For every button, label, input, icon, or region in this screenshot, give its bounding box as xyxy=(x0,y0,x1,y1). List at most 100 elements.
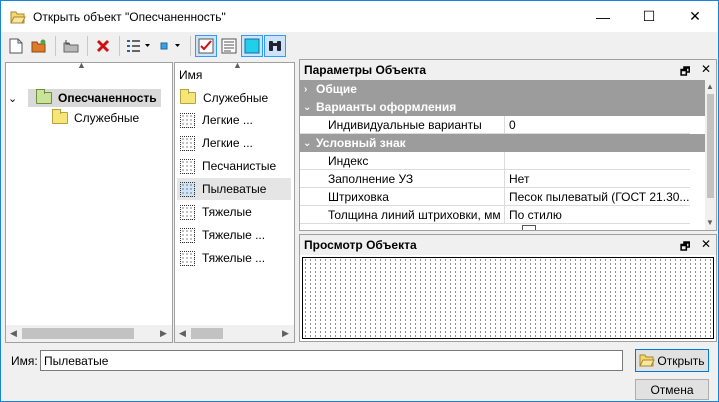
properties-button[interactable] xyxy=(218,35,240,57)
scroll-left-icon[interactable]: ◀ xyxy=(179,328,186,339)
property-hatch[interactable]: Штриховка Песок пылеватый (ГОСТ 21.30... xyxy=(300,188,690,206)
open-button-label: Открыть xyxy=(657,353,705,368)
property-fill[interactable]: Заполнение УЗ Нет xyxy=(300,170,690,188)
tree-item-child[interactable]: Служебные xyxy=(52,109,139,127)
up-folder-button[interactable] xyxy=(60,35,82,57)
list-item[interactable]: Служебные xyxy=(177,87,291,109)
pattern-icon xyxy=(180,204,195,220)
open-button[interactable]: Открыть xyxy=(635,349,709,372)
close-panel-icon[interactable]: ✕ xyxy=(701,237,711,251)
property-key: Заполнение УЗ xyxy=(300,170,505,188)
list-item-label: Пылеватые xyxy=(202,182,267,196)
scroll-left-icon[interactable]: ◀ xyxy=(10,328,17,339)
sort-ascending-icon: ▲ xyxy=(233,60,242,70)
list-item-label: Служебные xyxy=(203,91,269,105)
tree-horizontal-scrollbar[interactable]: ◀ ▶ xyxy=(6,325,172,342)
delete-button[interactable] xyxy=(92,35,114,57)
cancel-button-label: Отмена xyxy=(650,382,694,397)
toolbar-separator xyxy=(55,35,56,56)
scroll-down-icon[interactable]: ▼ xyxy=(706,218,714,227)
property-value[interactable] xyxy=(505,152,690,170)
dialog-window: Открыть объект "Опесчаненность" — ☐ ✕ ▲ … xyxy=(0,0,719,402)
category-label: Варианты оформления xyxy=(316,100,457,114)
maximize-button[interactable]: ☐ xyxy=(626,1,672,32)
list-item-label: Песчанистые xyxy=(202,159,277,173)
property-value[interactable]: Песок пылеватый (ГОСТ 21.30... xyxy=(505,188,690,206)
scroll-thumb[interactable] xyxy=(191,328,223,339)
scroll-thumb[interactable] xyxy=(22,328,134,339)
property-key: Толщина линий штриховки, мм xyxy=(300,206,505,224)
properties-icon xyxy=(221,38,237,53)
close-button[interactable]: ✕ xyxy=(672,1,718,32)
property-value[interactable]: Нет xyxy=(505,170,690,188)
chevron-down-icon[interactable]: ⌄ xyxy=(8,92,22,105)
close-panel-icon[interactable]: ✕ xyxy=(701,62,711,76)
tree-item-label: Служебные xyxy=(74,111,140,125)
close-icon: ✕ xyxy=(689,8,701,24)
tree-item-label: Опесчаненность xyxy=(58,91,157,105)
binoculars-icon xyxy=(269,40,281,51)
property-individual-variants[interactable]: Индивидуальные варианты 0 xyxy=(300,116,690,134)
property-key: Штриховка xyxy=(300,188,505,206)
property-line-thickness[interactable]: Толщина линий штриховки, мм По стилю xyxy=(300,206,690,224)
folder-tree-panel: ▲ ⌄ Опесчаненность Служебные ◀ ▶ xyxy=(5,60,173,343)
list-item[interactable]: Тяжелые xyxy=(177,201,291,223)
name-input[interactable] xyxy=(40,350,623,371)
preview-button[interactable] xyxy=(241,34,263,57)
category-variants[interactable]: ⌄ Варианты оформления xyxy=(300,98,705,116)
properties-vertical-scrollbar[interactable]: ▲ ▼ xyxy=(705,80,716,230)
toolbar-separator xyxy=(87,35,88,56)
pattern-icon xyxy=(180,135,195,151)
property-grid: › Общие ⌄ Варианты оформления Индивидуал… xyxy=(300,80,705,230)
view-mode-dropdown[interactable] xyxy=(124,35,154,57)
toolbar xyxy=(1,32,718,59)
show-checked-button[interactable] xyxy=(195,34,217,57)
property-key: Индекс xyxy=(300,152,505,170)
toolbar-separator xyxy=(119,35,120,56)
category-general[interactable]: › Общие xyxy=(300,80,705,98)
scroll-thumb[interactable] xyxy=(707,94,714,198)
category-label: Общие xyxy=(316,82,357,96)
new-doc-icon xyxy=(9,38,23,53)
preview-title: Просмотр Объекта 🗗 ✕ xyxy=(300,235,716,255)
pattern-icon xyxy=(180,158,195,174)
list-item[interactable]: Легкие ... xyxy=(177,109,291,131)
category-symbol[interactable]: ⌄ Условный знак xyxy=(300,134,705,152)
search-button[interactable] xyxy=(264,34,286,57)
chevron-right-icon: › xyxy=(304,83,308,95)
pattern-icon xyxy=(180,227,195,243)
list-header-name[interactable]: Имя xyxy=(179,68,202,82)
new-button[interactable] xyxy=(5,35,27,57)
float-panel-icon[interactable]: 🗗 xyxy=(680,238,690,257)
properties-title: Параметры Объекта 🗗 ✕ xyxy=(300,60,716,80)
property-index[interactable]: Индекс xyxy=(300,152,690,170)
list-item[interactable]: Легкие ... xyxy=(177,132,291,154)
open-folder-icon xyxy=(10,10,26,24)
open-folder-icon xyxy=(639,354,656,367)
list-item[interactable]: Песчанистые xyxy=(177,155,291,177)
checkbox-partial[interactable] xyxy=(522,225,536,230)
view-small-icon xyxy=(160,42,180,49)
toolbar-separator xyxy=(190,35,191,56)
tree-item-root-selection: Опесчаненность xyxy=(28,89,161,107)
list-horizontal-scrollbar[interactable]: ◀ ▶ xyxy=(175,325,294,342)
list-item-label: Легкие ... xyxy=(202,136,253,150)
list-item-selected[interactable]: Пылеватые xyxy=(177,178,291,200)
checked-icon xyxy=(198,38,214,53)
property-value[interactable]: По стилю xyxy=(505,206,690,224)
property-value[interactable]: 0 xyxy=(505,116,690,134)
scroll-up-icon[interactable]: ▲ xyxy=(77,60,86,70)
list-item[interactable]: Тяжелые ... xyxy=(177,224,291,246)
scroll-right-icon[interactable]: ▶ xyxy=(160,328,167,339)
scroll-up-icon[interactable]: ▲ xyxy=(706,82,714,91)
icon-size-dropdown[interactable] xyxy=(155,35,185,57)
minimize-button[interactable]: — xyxy=(580,1,626,32)
open-button[interactable] xyxy=(28,35,50,57)
hatch-preview xyxy=(302,257,714,339)
tree-item-root[interactable]: ⌄ Опесчаненность xyxy=(8,89,161,107)
cancel-button[interactable]: Отмена xyxy=(635,379,709,400)
scroll-right-icon[interactable]: ▶ xyxy=(282,328,289,339)
list-item-label: Тяжелые xyxy=(202,205,252,219)
back-folder-icon xyxy=(63,39,79,52)
list-item[interactable]: Тяжелые ... xyxy=(177,247,291,269)
